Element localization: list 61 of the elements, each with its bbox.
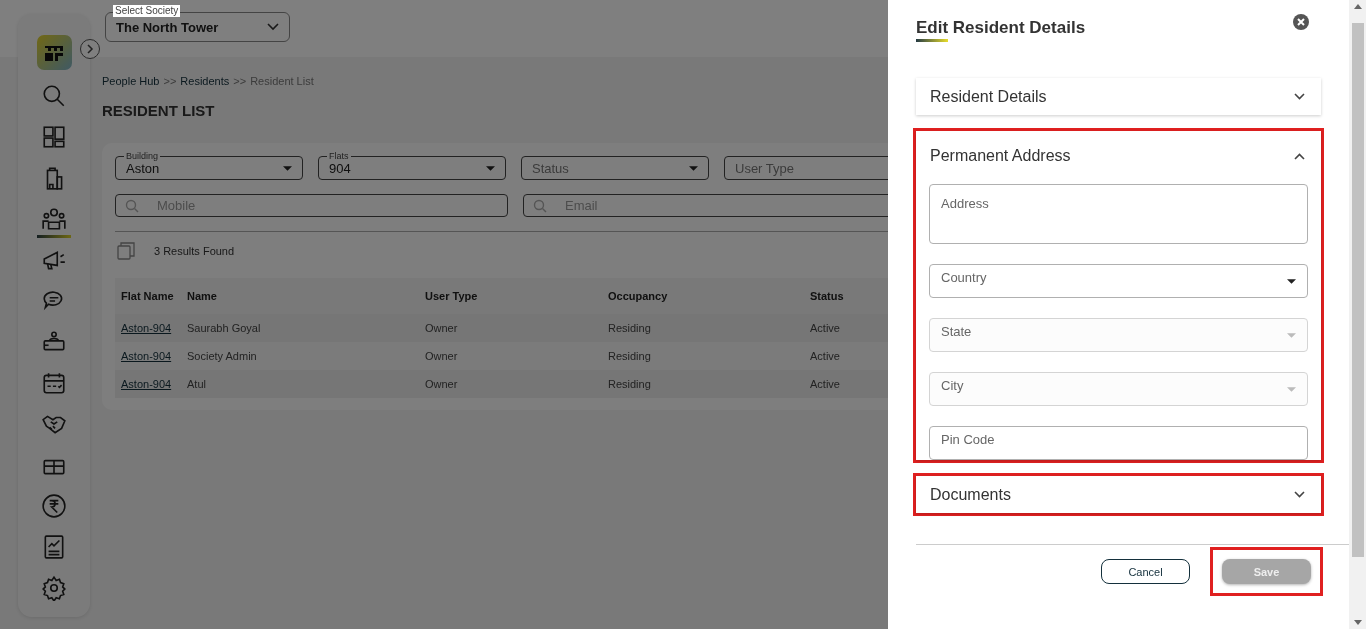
settings-icon [41, 575, 67, 601]
cancel-button[interactable]: Cancel [1101, 559, 1190, 584]
dropdown-caret-icon [486, 165, 495, 171]
people-icon [41, 206, 67, 232]
dashboard-icon [41, 124, 67, 150]
field-placeholder: Status [532, 160, 569, 176]
chevron-up-icon [1294, 152, 1305, 160]
accordion-header[interactable]: Documents [916, 476, 1321, 513]
flat-link[interactable]: Aston-904 [121, 350, 172, 362]
chevron-down-icon [1294, 93, 1305, 100]
close-icon[interactable] [1293, 14, 1309, 30]
dropdown-caret-icon [283, 165, 292, 171]
column-header: Name [181, 278, 419, 314]
breadcrumb-link[interactable]: People Hub [102, 75, 160, 87]
page-title: RESIDENT LIST [102, 102, 216, 119]
column-header: User Type [419, 278, 602, 314]
table-cell: Owner [419, 342, 602, 370]
breadcrumb-current: Resident List [250, 75, 314, 87]
field-placeholder: User Type [735, 160, 794, 176]
dropdown-caret-icon [689, 165, 698, 171]
table-cell: Atul [181, 370, 419, 398]
breadcrumb-separator: >> [233, 75, 247, 87]
field-label: Building [124, 150, 161, 162]
field-label: Select Society [113, 5, 181, 17]
field-label: Flats [327, 150, 351, 162]
expand-sidebar-button[interactable] [80, 39, 100, 59]
search-icon [533, 199, 547, 213]
breadcrumb-link[interactable]: Residents [180, 75, 230, 87]
input-field[interactable]: Pin Code [929, 426, 1308, 460]
filter-select[interactable]: Status [521, 156, 709, 180]
table-cell: Residing [602, 314, 804, 342]
column-header: Occupancy [602, 278, 804, 314]
breadcrumb-separator: >> [163, 75, 177, 87]
scrollbar[interactable] [1349, 0, 1366, 629]
select-field[interactable]: Country [929, 264, 1308, 298]
drawer-title: Edit Resident Details [916, 17, 1086, 38]
table-cell: Owner [419, 370, 602, 398]
table-cell: Saurabh Goyal [181, 314, 419, 342]
search-icon [41, 83, 67, 109]
accordion-header[interactable]: Resident Details [916, 78, 1321, 115]
chevron-down-icon [1294, 491, 1305, 498]
chevron-down-icon [267, 23, 279, 31]
field-value: 904 [329, 160, 351, 176]
table-cell: Residing [602, 370, 804, 398]
results-count: 3 Results Found [154, 245, 235, 257]
calendar-icon [41, 370, 67, 396]
column-header: Flat Name [115, 278, 181, 314]
search-icon [125, 199, 139, 213]
field-value: Aston [126, 160, 160, 176]
rupee-icon [41, 493, 67, 519]
scroll-up-icon[interactable] [1353, 4, 1362, 9]
chevron-right-icon [86, 44, 94, 54]
dropdown-caret-icon [1287, 387, 1296, 392]
dropdown-caret-icon [1287, 333, 1296, 338]
address-field[interactable]: Address [929, 184, 1308, 244]
scroll-down-icon[interactable] [1353, 620, 1362, 625]
table-cell: Owner [419, 314, 602, 342]
logo-icon [36, 35, 72, 70]
table-cell: Residing [602, 342, 804, 370]
table-cell: Society Admin [181, 342, 419, 370]
dropdown-caret-icon [1287, 279, 1296, 284]
